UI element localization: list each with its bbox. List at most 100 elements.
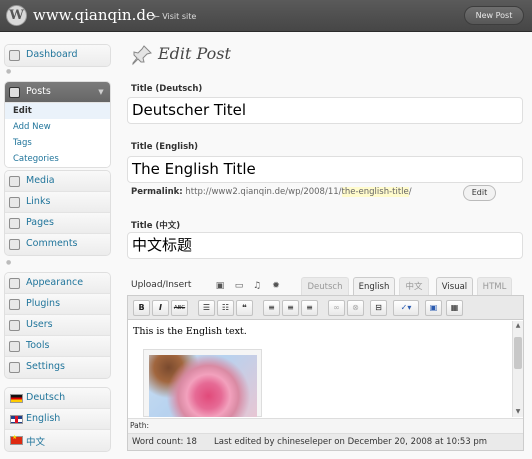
- bullet-list-icon[interactable]: ☰: [198, 300, 215, 316]
- tab-chinese[interactable]: 中文: [399, 277, 429, 296]
- posts-menu: Posts ▼ Edit Add New Tags Categories: [4, 81, 111, 168]
- title-de-label: Title (Deutsch): [131, 84, 203, 94]
- sidebar-item-label: English: [26, 413, 61, 424]
- wordpress-logo-icon: W: [6, 5, 27, 26]
- sidebar-item-label: Users: [26, 319, 53, 330]
- editor-scrollbar[interactable]: ▲ ▼: [512, 321, 523, 417]
- settings-menu: Appearance Plugins Users Tools Settings: [4, 272, 111, 379]
- sidebar-item-media[interactable]: Media: [5, 171, 110, 192]
- tab-english[interactable]: English: [353, 277, 395, 296]
- settings-icon: [9, 362, 20, 373]
- page-title: Edit Post: [158, 44, 231, 63]
- posts-submenu: Edit Add New Tags Categories: [5, 103, 110, 167]
- site-title[interactable]: www.qianqin.de: [33, 6, 155, 24]
- pages-icon: [9, 218, 20, 229]
- plugins-icon: [9, 299, 20, 310]
- sidebar-item-tools[interactable]: Tools: [5, 336, 110, 357]
- unlink-icon[interactable]: ⊗: [347, 300, 364, 316]
- media-icon: [9, 176, 20, 187]
- italic-button[interactable]: I: [152, 300, 169, 316]
- sidebar-item-label: Dashboard: [26, 49, 78, 60]
- sidebar-item-posts[interactable]: Posts ▼: [5, 82, 110, 103]
- permalink-slug[interactable]: the-english-title: [341, 187, 409, 197]
- scroll-up-icon[interactable]: ▲: [513, 321, 523, 331]
- align-left-icon[interactable]: ≡: [263, 300, 280, 316]
- sidebar-item-links[interactable]: Links: [5, 192, 110, 213]
- sidebar-item-label: Plugins: [26, 298, 61, 309]
- permalink-trail: /: [408, 187, 412, 197]
- edit-pin-icon: [132, 45, 152, 66]
- post-editor: B I ABC ☰ ☷ ❝ ≡ ≡ ≡ ∞ ⊗ ⊟ ✓▾ ▣ ▦ This is…: [127, 295, 524, 451]
- title-en-input[interactable]: The English Title: [127, 156, 523, 183]
- tab-deutsch[interactable]: Deutsch: [301, 277, 349, 296]
- kitchen-sink-icon[interactable]: ▦: [446, 300, 463, 316]
- sidebar-item-dashboard[interactable]: Dashboard: [5, 45, 110, 66]
- german-flag-icon: [10, 394, 23, 403]
- editor-status-bar: Word count: 18 Last edited by chineselep…: [128, 433, 523, 450]
- submenu-item-categories[interactable]: Categories: [5, 151, 110, 167]
- tools-icon: [9, 341, 20, 352]
- add-image-icon[interactable]: ▣: [215, 281, 225, 291]
- sidebar-item-plugins[interactable]: Plugins: [5, 294, 110, 315]
- content-menu: Media Links Pages Comments: [4, 170, 111, 256]
- flower-photo: [149, 355, 257, 417]
- new-post-button[interactable]: New Post: [464, 6, 524, 25]
- tab-html[interactable]: HTML: [477, 277, 512, 296]
- permalink-edit-button[interactable]: Edit: [463, 185, 496, 201]
- sidebar-item-comments[interactable]: Comments: [5, 234, 110, 255]
- submenu-item-add-new[interactable]: Add New: [5, 119, 110, 135]
- strikethrough-button[interactable]: ABC: [171, 300, 188, 316]
- menu-separator: ●: [6, 68, 12, 75]
- sidebar-item-deutsch[interactable]: Deutsch: [5, 388, 110, 409]
- more-tag-icon[interactable]: ⊟: [370, 300, 387, 316]
- word-count: Word count: 18: [132, 437, 197, 447]
- add-video-icon[interactable]: ▭: [234, 281, 244, 291]
- title-zh-label: Title (中文): [131, 221, 181, 231]
- submenu-item-edit[interactable]: Edit: [5, 103, 110, 119]
- appearance-icon: [9, 278, 20, 289]
- link-icon[interactable]: ∞: [328, 300, 345, 316]
- add-media-icon[interactable]: ✹: [271, 281, 281, 291]
- chevron-down-icon[interactable]: ▼: [95, 87, 107, 98]
- users-icon: [9, 320, 20, 331]
- sidebar-item-label: 中文: [26, 437, 46, 448]
- numbered-list-icon[interactable]: ☷: [217, 300, 234, 316]
- title-en-label: Title (English): [131, 142, 199, 152]
- align-center-icon[interactable]: ≡: [282, 300, 299, 316]
- scroll-thumb[interactable]: [514, 337, 522, 369]
- bold-button[interactable]: B: [133, 300, 150, 316]
- sidebar-item-appearance[interactable]: Appearance: [5, 273, 110, 294]
- blockquote-icon[interactable]: ❝: [236, 300, 253, 316]
- last-edited-info: Last edited by chineseleper on December …: [214, 437, 488, 447]
- sidebar-item-users[interactable]: Users: [5, 315, 110, 336]
- title-zh-input[interactable]: 中文标题: [127, 232, 523, 259]
- sidebar-item-settings[interactable]: Settings: [5, 357, 110, 378]
- image-frame[interactable]: [143, 349, 262, 417]
- comments-icon: [9, 239, 20, 250]
- sidebar-item-label: Tools: [26, 340, 50, 351]
- sidebar-item-pages[interactable]: Pages: [5, 213, 110, 234]
- sidebar-item-label: Settings: [26, 361, 65, 372]
- align-right-icon[interactable]: ≡: [301, 300, 318, 316]
- permalink-base: http://www2.qianqin.de/wp/2008/11/: [185, 187, 342, 197]
- upload-insert-label: Upload/Insert: [131, 280, 192, 290]
- sidebar-item-chinese[interactable]: 中文: [5, 430, 110, 451]
- spellcheck-icon[interactable]: ✓▾: [393, 300, 419, 316]
- sidebar-item-english[interactable]: English: [5, 409, 110, 430]
- sidebar-item-label: Comments: [26, 238, 78, 249]
- visit-site-link[interactable]: ← Visit site: [153, 12, 196, 21]
- menu-separator: ●: [6, 259, 12, 266]
- admin-header: W www.qianqin.de ← Visit site New Post: [0, 0, 532, 32]
- permalink-line: Permalink: http://www2.qianqin.de/wp/200…: [131, 187, 412, 197]
- sidebar-item-label: Pages: [26, 217, 54, 228]
- language-menu: Deutsch English 中文: [4, 387, 111, 452]
- scroll-down-icon[interactable]: ▼: [513, 407, 523, 417]
- china-flag-icon: [10, 434, 23, 445]
- editor-path-bar: Path:: [128, 418, 523, 433]
- submenu-item-tags[interactable]: Tags: [5, 135, 110, 151]
- add-audio-icon[interactable]: ♫: [252, 281, 262, 291]
- fullscreen-icon[interactable]: ▣: [425, 300, 442, 316]
- tab-visual[interactable]: Visual: [436, 277, 473, 296]
- editor-content-area[interactable]: This is the English text.: [128, 321, 512, 417]
- title-de-input[interactable]: Deutscher Titel: [127, 97, 523, 124]
